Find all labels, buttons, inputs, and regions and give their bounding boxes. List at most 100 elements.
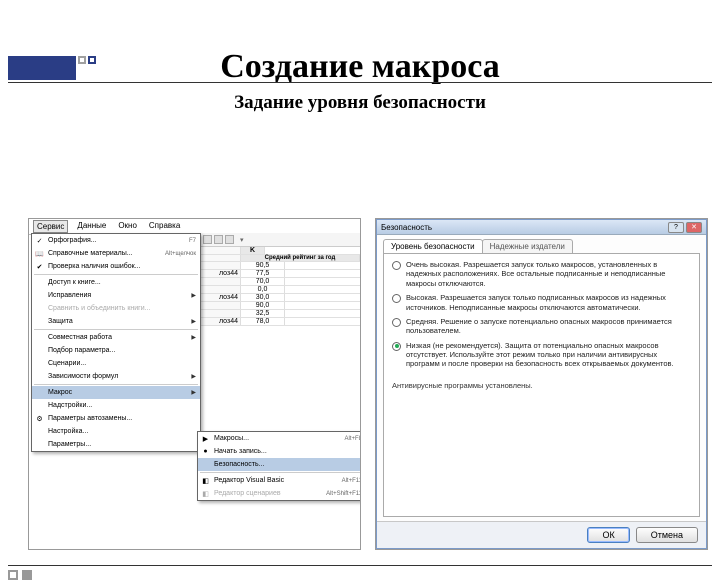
submenu-icon: ▶	[200, 433, 211, 444]
menu-icon	[34, 387, 45, 398]
radio-label: Низкая (не рекомендуется). Защита от пот…	[406, 341, 691, 369]
submenu-accel: Alt+F11	[342, 478, 361, 484]
menu-label: Доступ к книге...	[48, 279, 196, 286]
menu-item[interactable]: Исправления▶	[32, 289, 200, 302]
submenu-arrow-icon: ▶	[191, 318, 196, 325]
radio-icon[interactable]	[392, 294, 401, 303]
screenshot-security-dialog: Безопасность ? ✕ Уровень безопасности На…	[375, 218, 708, 550]
underline-icon[interactable]	[225, 235, 234, 244]
security-option-1[interactable]: Высокая. Разрешается запуск только подпи…	[392, 293, 691, 312]
cell-value: 32,5	[241, 310, 285, 317]
menu-icon: 📖	[34, 248, 45, 259]
menu-accel: Alt+щелчок	[165, 251, 196, 257]
menu-item[interactable]: Зависимости формул▶	[32, 370, 200, 383]
menu-icon	[34, 358, 45, 369]
dialog-titlebar: Безопасность ? ✕	[377, 220, 706, 235]
submenu-item[interactable]: ◧Редактор Visual BasicAlt+F11	[198, 474, 361, 487]
service-menu: ✓Орфография...F7📖Справочные материалы...…	[31, 233, 201, 452]
sheet-row[interactable]: 32,5	[201, 310, 360, 318]
menu-item[interactable]: ✔Проверка наличия ошибок...	[32, 260, 200, 273]
menu-window[interactable]: Окно	[115, 220, 140, 233]
cell-value: 77,5	[241, 270, 285, 277]
submenu-item: ◧Редактор сценариевAlt+Shift+F11	[198, 487, 361, 500]
menu-service[interactable]: Сервис	[33, 220, 68, 233]
macro-submenu: ▶Макросы...Alt+F8●Начать запись...Безопа…	[197, 431, 361, 501]
menu-item[interactable]: Макрос▶	[32, 386, 200, 399]
cell-label	[201, 286, 241, 293]
submenu-item[interactable]: Безопасность...	[198, 458, 361, 471]
menu-accel: F7	[189, 238, 196, 244]
radio-label: Средняя. Решение о запуске потенциально …	[406, 317, 691, 336]
cell-value: 78,0	[241, 318, 285, 325]
sheet-row[interactable]: 0,0	[201, 286, 360, 294]
tab-trusted-publishers[interactable]: Надежные издатели	[482, 239, 573, 253]
security-option-0[interactable]: Очень высокая. Разрешается запуск только…	[392, 260, 691, 288]
help-button[interactable]: ?	[668, 222, 684, 233]
close-button[interactable]: ✕	[686, 222, 702, 233]
menu-help[interactable]: Справка	[146, 220, 183, 233]
slide-deco-sq2	[22, 570, 32, 580]
submenu-accel: Alt+Shift+F11	[326, 491, 361, 497]
sheet-row[interactable]: 90,5	[201, 262, 360, 270]
submenu-label: Редактор сценариев	[214, 490, 326, 497]
sheet-row[interactable]: 90,0	[201, 302, 360, 310]
menu-label: Защита	[48, 318, 191, 325]
menu-item[interactable]: Защита▶	[32, 315, 200, 328]
menu-icon	[34, 439, 45, 450]
menu-icon	[34, 371, 45, 382]
radio-label: Высокая. Разрешается запуск только подпи…	[406, 293, 691, 312]
cell-label	[201, 310, 241, 317]
sheet-row[interactable]: 70,0	[201, 278, 360, 286]
ok-button[interactable]: ОК	[587, 527, 629, 543]
menu-label: Настройка...	[48, 428, 196, 435]
menu-item[interactable]: 📖Справочные материалы...Alt+щелчок	[32, 247, 200, 260]
submenu-icon	[200, 459, 211, 470]
cell-label	[201, 278, 241, 285]
menu-item[interactable]: Параметры...	[32, 438, 200, 451]
sheet-row[interactable]: лоз4477,5	[201, 270, 360, 278]
cell-value: 30,0	[241, 294, 285, 301]
submenu-icon: ◧	[200, 475, 211, 486]
submenu-icon: ●	[200, 446, 211, 457]
sheet-row[interactable]: лоз4478,0	[201, 318, 360, 326]
submenu-arrow-icon: ▶	[191, 389, 196, 396]
bold-icon[interactable]	[203, 235, 212, 244]
sheet-row[interactable]: лоз4430,0	[201, 294, 360, 302]
radio-icon[interactable]	[392, 261, 401, 270]
screenshot-excel-menu: Сервис Данные Окно Справка ▾ K Средний р…	[28, 218, 361, 550]
submenu-label: Начать запись...	[214, 448, 361, 455]
cell-label: лоз44	[201, 318, 241, 325]
menu-data[interactable]: Данные	[74, 220, 109, 233]
submenu-arrow-icon: ▶	[191, 334, 196, 341]
italic-icon[interactable]	[214, 235, 223, 244]
menu-item[interactable]: Доступ к книге...	[32, 276, 200, 289]
radio-icon[interactable]	[392, 318, 401, 327]
submenu-label: Макросы...	[214, 435, 344, 442]
menu-item[interactable]: Совместная работа▶	[32, 331, 200, 344]
security-option-2[interactable]: Средняя. Решение о запуске потенциально …	[392, 317, 691, 336]
menu-label: Проверка наличия ошибок...	[48, 263, 196, 270]
menu-item[interactable]: ✓Орфография...F7	[32, 234, 200, 247]
menu-item[interactable]: Подбор параметра...	[32, 344, 200, 357]
security-option-3[interactable]: Низкая (не рекомендуется). Защита от пот…	[392, 341, 691, 369]
menu-item[interactable]: Надстройки...	[32, 399, 200, 412]
menu-icon	[34, 316, 45, 327]
slide-top-rule	[8, 82, 712, 83]
menu-item[interactable]: Настройка...	[32, 425, 200, 438]
submenu-item[interactable]: ▶Макросы...Alt+F8	[198, 432, 361, 445]
menu-label: Параметры...	[48, 441, 196, 448]
menu-item[interactable]: ⚙Параметры автозамены...	[32, 412, 200, 425]
submenu-item[interactable]: ●Начать запись...	[198, 445, 361, 458]
menu-item[interactable]: Сценарии...	[32, 357, 200, 370]
menu-label: Сравнить и объединить книги...	[48, 305, 196, 312]
menu-label: Макрос	[48, 389, 191, 396]
col-header-k[interactable]: K	[241, 247, 265, 254]
tab-security-level[interactable]: Уровень безопасности	[383, 239, 483, 253]
cell-value: 0,0	[241, 286, 285, 293]
radio-label: Очень высокая. Разрешается запуск только…	[406, 260, 691, 288]
radio-icon[interactable]	[392, 342, 401, 351]
slide-deco-sq1	[8, 570, 18, 580]
cell-label	[201, 262, 241, 269]
cancel-button[interactable]: Отмена	[636, 527, 698, 543]
menu-icon	[34, 345, 45, 356]
